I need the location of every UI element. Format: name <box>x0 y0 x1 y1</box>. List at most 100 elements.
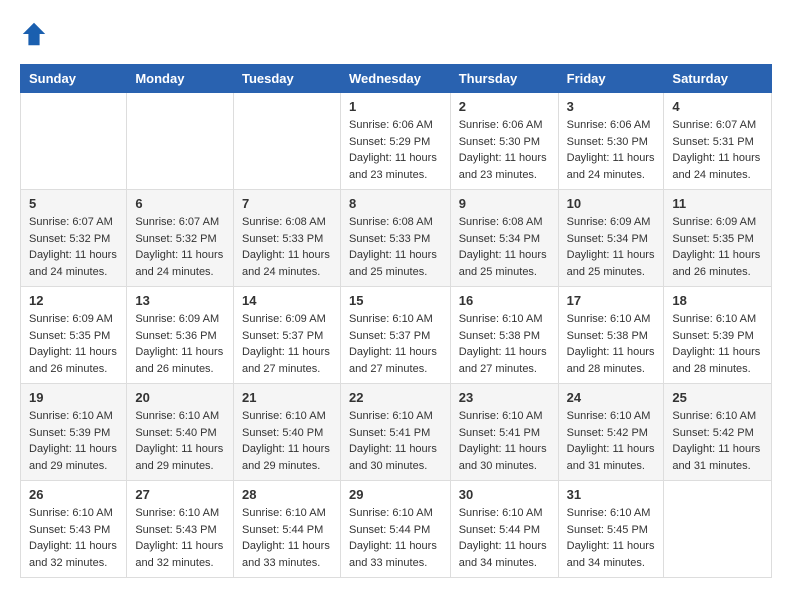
calendar-cell: 25 Sunrise: 6:10 AMSunset: 5:42 PMDayligh… <box>664 384 772 481</box>
day-info: Sunrise: 6:06 AMSunset: 5:30 PMDaylight:… <box>459 117 550 183</box>
day-info: Sunrise: 6:10 AMSunset: 5:45 PMDaylight:… <box>567 505 656 571</box>
calendar-cell: 9 Sunrise: 6:08 AMSunset: 5:34 PMDaylight… <box>450 190 558 287</box>
day-number: 20 <box>135 390 225 405</box>
weekday-header-friday: Friday <box>558 65 664 93</box>
day-info: Sunrise: 6:08 AMSunset: 5:33 PMDaylight:… <box>242 214 332 280</box>
weekday-header-thursday: Thursday <box>450 65 558 93</box>
day-info: Sunrise: 6:10 AMSunset: 5:40 PMDaylight:… <box>135 408 225 474</box>
day-info: Sunrise: 6:07 AMSunset: 5:31 PMDaylight:… <box>672 117 763 183</box>
day-info: Sunrise: 6:10 AMSunset: 5:42 PMDaylight:… <box>672 408 763 474</box>
calendar-cell: 7 Sunrise: 6:08 AMSunset: 5:33 PMDaylight… <box>233 190 340 287</box>
day-number: 3 <box>567 99 656 114</box>
page-header <box>20 20 772 48</box>
day-number: 14 <box>242 293 332 308</box>
calendar-week-row: 26 Sunrise: 6:10 AMSunset: 5:43 PMDayligh… <box>21 481 772 578</box>
day-number: 31 <box>567 487 656 502</box>
calendar-cell: 19 Sunrise: 6:10 AMSunset: 5:39 PMDayligh… <box>21 384 127 481</box>
day-number: 19 <box>29 390 118 405</box>
day-info: Sunrise: 6:09 AMSunset: 5:34 PMDaylight:… <box>567 214 656 280</box>
calendar-cell: 15Sunrise: 6:10 AMSunset: 5:37 PMDayligh… <box>340 287 450 384</box>
calendar-cell: 12Sunrise: 6:09 AMSunset: 5:35 PMDayligh… <box>21 287 127 384</box>
calendar-cell: 26 Sunrise: 6:10 AMSunset: 5:43 PMDayligh… <box>21 481 127 578</box>
calendar-week-row: 1Sunrise: 6:06 AMSunset: 5:29 PMDaylight… <box>21 93 772 190</box>
day-number: 16 <box>459 293 550 308</box>
day-number: 25 <box>672 390 763 405</box>
day-number: 26 <box>29 487 118 502</box>
calendar-cell: 17 Sunrise: 6:10 AMSunset: 5:38 PMDayligh… <box>558 287 664 384</box>
day-info: Sunrise: 6:09 AMSunset: 5:37 PMDaylight:… <box>242 311 332 377</box>
day-info: Sunrise: 6:10 AMSunset: 5:44 PMDaylight:… <box>349 505 442 571</box>
calendar-cell: 30Sunrise: 6:10 AMSunset: 5:44 PMDayligh… <box>450 481 558 578</box>
day-info: Sunrise: 6:10 AMSunset: 5:38 PMDaylight:… <box>567 311 656 377</box>
calendar-cell: 8 Sunrise: 6:08 AMSunset: 5:33 PMDaylight… <box>340 190 450 287</box>
calendar-table: SundayMondayTuesdayWednesdayThursdayFrid… <box>20 64 772 578</box>
calendar-cell: 22 Sunrise: 6:10 AMSunset: 5:41 PMDayligh… <box>340 384 450 481</box>
calendar-cell: 6 Sunrise: 6:07 AMSunset: 5:32 PMDaylight… <box>127 190 234 287</box>
day-number: 4 <box>672 99 763 114</box>
day-info: Sunrise: 6:08 AMSunset: 5:33 PMDaylight:… <box>349 214 442 280</box>
day-number: 10 <box>567 196 656 211</box>
calendar-week-row: 12Sunrise: 6:09 AMSunset: 5:35 PMDayligh… <box>21 287 772 384</box>
day-number: 1 <box>349 99 442 114</box>
day-info: Sunrise: 6:10 AMSunset: 5:43 PMDaylight:… <box>29 505 118 571</box>
calendar-cell: 29Sunrise: 6:10 AMSunset: 5:44 PMDayligh… <box>340 481 450 578</box>
calendar-cell <box>21 93 127 190</box>
day-number: 7 <box>242 196 332 211</box>
day-info: Sunrise: 6:10 AMSunset: 5:39 PMDaylight:… <box>29 408 118 474</box>
day-number: 17 <box>567 293 656 308</box>
calendar-cell: 23 Sunrise: 6:10 AMSunset: 5:41 PMDayligh… <box>450 384 558 481</box>
calendar-cell <box>233 93 340 190</box>
day-number: 6 <box>135 196 225 211</box>
calendar-cell: 20 Sunrise: 6:10 AMSunset: 5:40 PMDayligh… <box>127 384 234 481</box>
day-number: 24 <box>567 390 656 405</box>
calendar-cell: 24 Sunrise: 6:10 AMSunset: 5:42 PMDayligh… <box>558 384 664 481</box>
day-info: Sunrise: 6:10 AMSunset: 5:39 PMDaylight:… <box>672 311 763 377</box>
calendar-cell: 11 Sunrise: 6:09 AMSunset: 5:35 PMDayligh… <box>664 190 772 287</box>
calendar-week-row: 19 Sunrise: 6:10 AMSunset: 5:39 PMDayligh… <box>21 384 772 481</box>
weekday-header-row: SundayMondayTuesdayWednesdayThursdayFrid… <box>21 65 772 93</box>
day-info: Sunrise: 6:07 AMSunset: 5:32 PMDaylight:… <box>135 214 225 280</box>
calendar-cell: 28 Sunrise: 6:10 AMSunset: 5:44 PMDayligh… <box>233 481 340 578</box>
logo <box>20 20 52 48</box>
calendar-cell: 14 Sunrise: 6:09 AMSunset: 5:37 PMDayligh… <box>233 287 340 384</box>
day-number: 13 <box>135 293 225 308</box>
day-info: Sunrise: 6:10 AMSunset: 5:44 PMDaylight:… <box>242 505 332 571</box>
day-number: 28 <box>242 487 332 502</box>
day-info: Sunrise: 6:10 AMSunset: 5:38 PMDaylight:… <box>459 311 550 377</box>
day-number: 22 <box>349 390 442 405</box>
day-number: 9 <box>459 196 550 211</box>
day-number: 5 <box>29 196 118 211</box>
calendar-cell: 5 Sunrise: 6:07 AMSunset: 5:32 PMDaylight… <box>21 190 127 287</box>
day-info: Sunrise: 6:09 AMSunset: 5:35 PMDaylight:… <box>672 214 763 280</box>
day-info: Sunrise: 6:06 AMSunset: 5:30 PMDaylight:… <box>567 117 656 183</box>
day-info: Sunrise: 6:10 AMSunset: 5:42 PMDaylight:… <box>567 408 656 474</box>
weekday-header-wednesday: Wednesday <box>340 65 450 93</box>
day-number: 18 <box>672 293 763 308</box>
calendar-cell: 1Sunrise: 6:06 AMSunset: 5:29 PMDaylight… <box>340 93 450 190</box>
calendar-cell: 2 Sunrise: 6:06 AMSunset: 5:30 PMDaylight… <box>450 93 558 190</box>
calendar-week-row: 5 Sunrise: 6:07 AMSunset: 5:32 PMDaylight… <box>21 190 772 287</box>
calendar-cell: 16 Sunrise: 6:10 AMSunset: 5:38 PMDayligh… <box>450 287 558 384</box>
day-info: Sunrise: 6:07 AMSunset: 5:32 PMDaylight:… <box>29 214 118 280</box>
day-number: 8 <box>349 196 442 211</box>
calendar-cell: 13 Sunrise: 6:09 AMSunset: 5:36 PMDayligh… <box>127 287 234 384</box>
calendar-cell: 4 Sunrise: 6:07 AMSunset: 5:31 PMDaylight… <box>664 93 772 190</box>
day-info: Sunrise: 6:08 AMSunset: 5:34 PMDaylight:… <box>459 214 550 280</box>
day-number: 11 <box>672 196 763 211</box>
day-info: Sunrise: 6:09 AMSunset: 5:36 PMDaylight:… <box>135 311 225 377</box>
day-number: 2 <box>459 99 550 114</box>
day-info: Sunrise: 6:10 AMSunset: 5:41 PMDaylight:… <box>459 408 550 474</box>
day-info: Sunrise: 6:10 AMSunset: 5:37 PMDaylight:… <box>349 311 442 377</box>
day-info: Sunrise: 6:09 AMSunset: 5:35 PMDaylight:… <box>29 311 118 377</box>
calendar-cell <box>664 481 772 578</box>
calendar-cell <box>127 93 234 190</box>
weekday-header-monday: Monday <box>127 65 234 93</box>
weekday-header-tuesday: Tuesday <box>233 65 340 93</box>
logo-icon <box>20 20 48 48</box>
day-number: 23 <box>459 390 550 405</box>
day-info: Sunrise: 6:10 AMSunset: 5:41 PMDaylight:… <box>349 408 442 474</box>
day-info: Sunrise: 6:10 AMSunset: 5:43 PMDaylight:… <box>135 505 225 571</box>
calendar-cell: 21Sunrise: 6:10 AMSunset: 5:40 PMDayligh… <box>233 384 340 481</box>
day-number: 21 <box>242 390 332 405</box>
weekday-header-saturday: Saturday <box>664 65 772 93</box>
